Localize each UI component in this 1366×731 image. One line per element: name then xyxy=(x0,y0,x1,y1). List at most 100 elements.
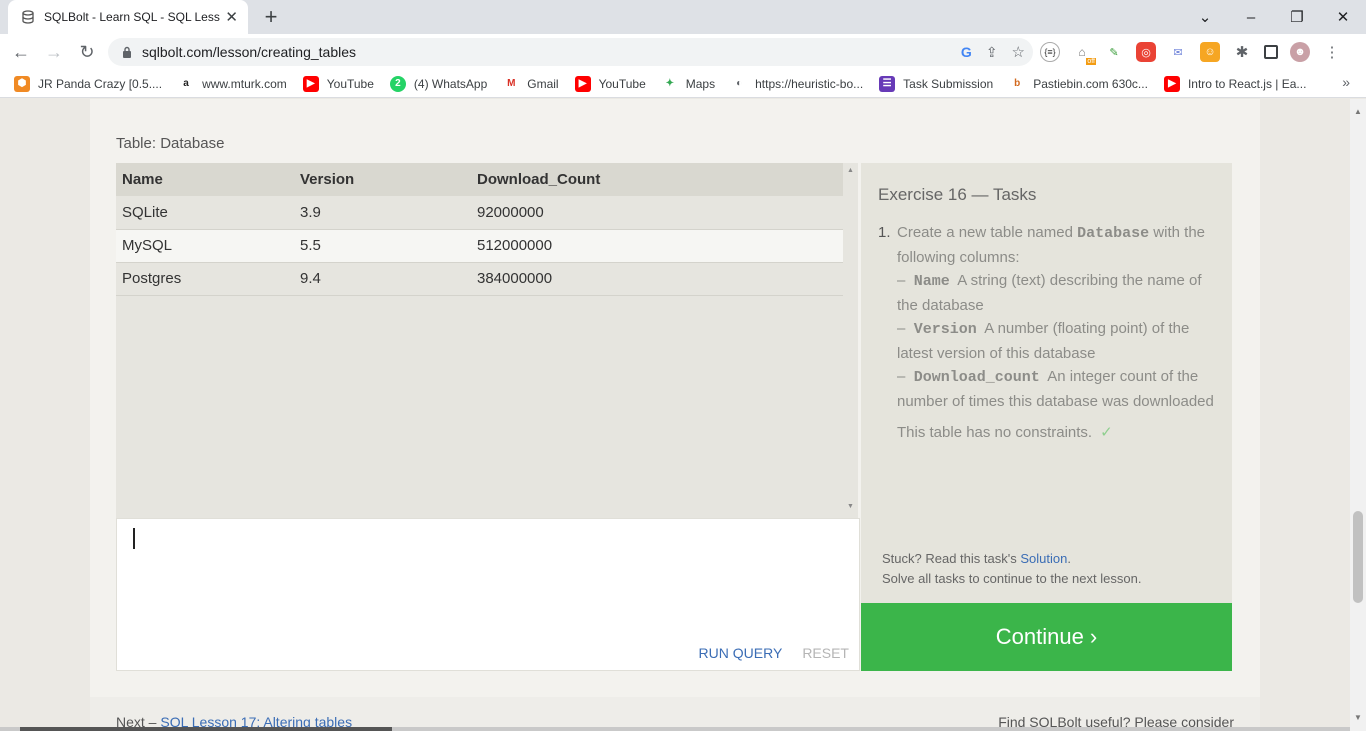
horizontal-scroll-thumb[interactable] xyxy=(20,727,392,731)
bookmark-item[interactable]: ☰ Task Submission xyxy=(879,75,994,92)
forward-button[interactable]: → xyxy=(41,40,67,64)
reload-button[interactable]: ↻ xyxy=(74,40,100,64)
task-number: 1. xyxy=(878,224,891,241)
bookmarks-overflow-icon[interactable]: » xyxy=(1342,74,1350,90)
bookmark-item[interactable]: a www.mturk.com xyxy=(178,75,287,92)
pointer-extension-icon[interactable]: ✎ xyxy=(1104,42,1124,62)
maps-icon: ✦ xyxy=(661,75,678,92)
bookmark-label: (4) WhatsApp xyxy=(413,76,488,91)
constraint-text: This table has no constraints. xyxy=(897,424,1093,441)
column-header: Version xyxy=(294,163,471,196)
dash: – xyxy=(897,368,906,385)
extension-badge: off xyxy=(1086,58,1096,65)
bookmark-item[interactable]: ⬢ JR Panda Crazy [0.5.... xyxy=(14,75,162,92)
page-scrollbar[interactable]: ▲ ▼ xyxy=(1350,99,1366,731)
restore-button[interactable]: ❐ xyxy=(1274,0,1320,34)
database-favicon-icon xyxy=(20,9,36,25)
google-lens-icon[interactable]: G xyxy=(961,44,972,60)
results-table: Name Version Download_Count SQLite 3.9 9… xyxy=(116,163,843,296)
bookmark-item[interactable]: b Pastiebin.com 630c... xyxy=(1009,75,1148,92)
record-extension-icon[interactable]: ◎ xyxy=(1136,42,1156,62)
bookmark-label: Intro to React.js | Ea... xyxy=(1187,76,1307,91)
bookmark-label: https://heuristic-bo... xyxy=(755,76,864,91)
json-viewer-extension-icon[interactable]: {≡} xyxy=(1040,42,1060,62)
page-scroll-up-icon[interactable]: ▲ xyxy=(1354,107,1362,116)
side-panel-icon[interactable] xyxy=(1264,45,1278,59)
share-icon[interactable]: ⇪ xyxy=(986,44,998,61)
text-cursor xyxy=(133,528,135,549)
bookmark-item[interactable]: M Gmail xyxy=(503,75,559,92)
tasks-title: Exercise 16 — Tasks xyxy=(878,185,1037,204)
column-version-code: Version xyxy=(913,321,977,338)
extensions-puzzle-icon[interactable]: ✱ xyxy=(1232,42,1252,62)
bookmark-item[interactable]: ✦ Maps xyxy=(661,75,716,92)
page-scroll-down-icon[interactable]: ▼ xyxy=(1354,713,1362,722)
scroll-up-icon[interactable]: ▲ xyxy=(847,167,854,174)
solution-link[interactable]: Solution xyxy=(1020,551,1067,566)
browser-tab[interactable]: SQLBolt - Learn SQL - SQL Lesson ✕ xyxy=(8,0,248,34)
page-scroll-thumb[interactable] xyxy=(1353,511,1363,603)
youtube-icon: ▶ xyxy=(1163,75,1180,92)
amazon-icon: a xyxy=(178,75,195,92)
bookmark-star-icon[interactable]: ☆ xyxy=(1012,43,1025,61)
profile-avatar[interactable]: ☻ xyxy=(1290,42,1310,62)
run-query-button[interactable]: RUN QUERY xyxy=(699,645,783,661)
continue-button[interactable]: Continue › xyxy=(861,603,1232,671)
bookmark-label: Pastiebin.com 630c... xyxy=(1033,76,1148,91)
column-header: Download_Count xyxy=(471,163,843,196)
scroll-down-icon[interactable]: ▼ xyxy=(847,503,854,510)
bookmark-label: Maps xyxy=(685,76,716,91)
table-header-row: Name Version Download_Count xyxy=(116,163,843,196)
help-text: Stuck? Read this task's Solution. Solve … xyxy=(882,549,1141,589)
dash: – xyxy=(897,272,906,289)
task-text: Create a new table named Database with t… xyxy=(897,221,1214,413)
bookmark-item[interactable]: ▶ YouTube xyxy=(302,75,374,92)
bookmark-item[interactable]: ▶ YouTube xyxy=(574,75,646,92)
bookmark-label: YouTube xyxy=(326,76,374,91)
stuck-text: Stuck? Read this task's xyxy=(882,551,1021,566)
lesson-footer: Next – SQL Lesson 17: Altering tables Fi… xyxy=(90,697,1260,731)
minimize-button[interactable]: – xyxy=(1228,0,1274,34)
honey-extension-icon[interactable]: ☺ xyxy=(1200,42,1220,62)
mail-extension-icon[interactable]: ✉ xyxy=(1168,42,1188,62)
tab-close-icon[interactable]: ✕ xyxy=(225,10,238,25)
tab-title: SQLBolt - Learn SQL - SQL Lesson xyxy=(44,10,220,24)
browser-menu-icon[interactable]: ⋮ xyxy=(1322,42,1342,62)
bookmark-label: Gmail xyxy=(527,76,559,91)
bookmark-label: Task Submission xyxy=(903,76,994,91)
close-window-button[interactable]: ✕ xyxy=(1320,0,1366,34)
sql-editor[interactable]: RUN QUERY RESET xyxy=(116,518,860,671)
address-bar[interactable]: sqlbolt.com/lesson/creating_tables G ⇪ ☆ xyxy=(108,38,1033,66)
horizontal-scrollbar[interactable] xyxy=(0,727,1350,731)
checkmark-icon: ✓ xyxy=(1100,424,1113,441)
bookmark-item[interactable]: ▶ Intro to React.js | Ea... xyxy=(1163,75,1307,92)
bookmark-item[interactable]: 2 (4) WhatsApp xyxy=(389,75,488,92)
table-cell: 384000000 xyxy=(471,262,843,296)
tab-search-chevron-icon[interactable]: ⌄ xyxy=(1182,0,1228,34)
dash: – xyxy=(897,320,906,337)
task-item: 1. Create a new table named Database wit… xyxy=(878,221,1214,413)
column-name-code: Name xyxy=(913,273,950,290)
youtube-icon: ▶ xyxy=(574,75,591,92)
table-cell: 9.4 xyxy=(294,262,471,296)
tasks-panel: Exercise 16 — Tasks 1. Create a new tabl… xyxy=(861,163,1232,603)
reset-button[interactable]: RESET xyxy=(802,645,849,661)
globe-icon: ◐ xyxy=(731,75,748,92)
table-cell: SQLite xyxy=(116,196,294,230)
new-tab-button[interactable]: + xyxy=(258,4,284,30)
form-icon: ☰ xyxy=(879,75,896,92)
results-scrollbar[interactable]: ▲ ▼ xyxy=(843,163,858,518)
gmail-icon: M xyxy=(503,75,520,92)
coupon-extension-icon[interactable]: ⌂ off xyxy=(1072,42,1096,65)
bookmark-item[interactable]: ◐ https://heuristic-bo... xyxy=(731,75,864,92)
table-cell: MySQL xyxy=(116,229,294,263)
table-name-code: Database xyxy=(1077,225,1150,242)
youtube-icon: ▶ xyxy=(302,75,319,92)
table-cell: 512000000 xyxy=(471,229,843,263)
task-list: 1. Create a new table named Database wit… xyxy=(878,221,1214,445)
whatsapp-icon: 2 xyxy=(389,75,406,92)
browser-toolbar: ← → ↻ sqlbolt.com/lesson/creating_tables… xyxy=(0,34,1366,70)
url-text: sqlbolt.com/lesson/creating_tables xyxy=(142,44,357,60)
back-button[interactable]: ← xyxy=(8,40,34,64)
constraint-note: This table has no constraints. ✓ xyxy=(897,421,1214,445)
